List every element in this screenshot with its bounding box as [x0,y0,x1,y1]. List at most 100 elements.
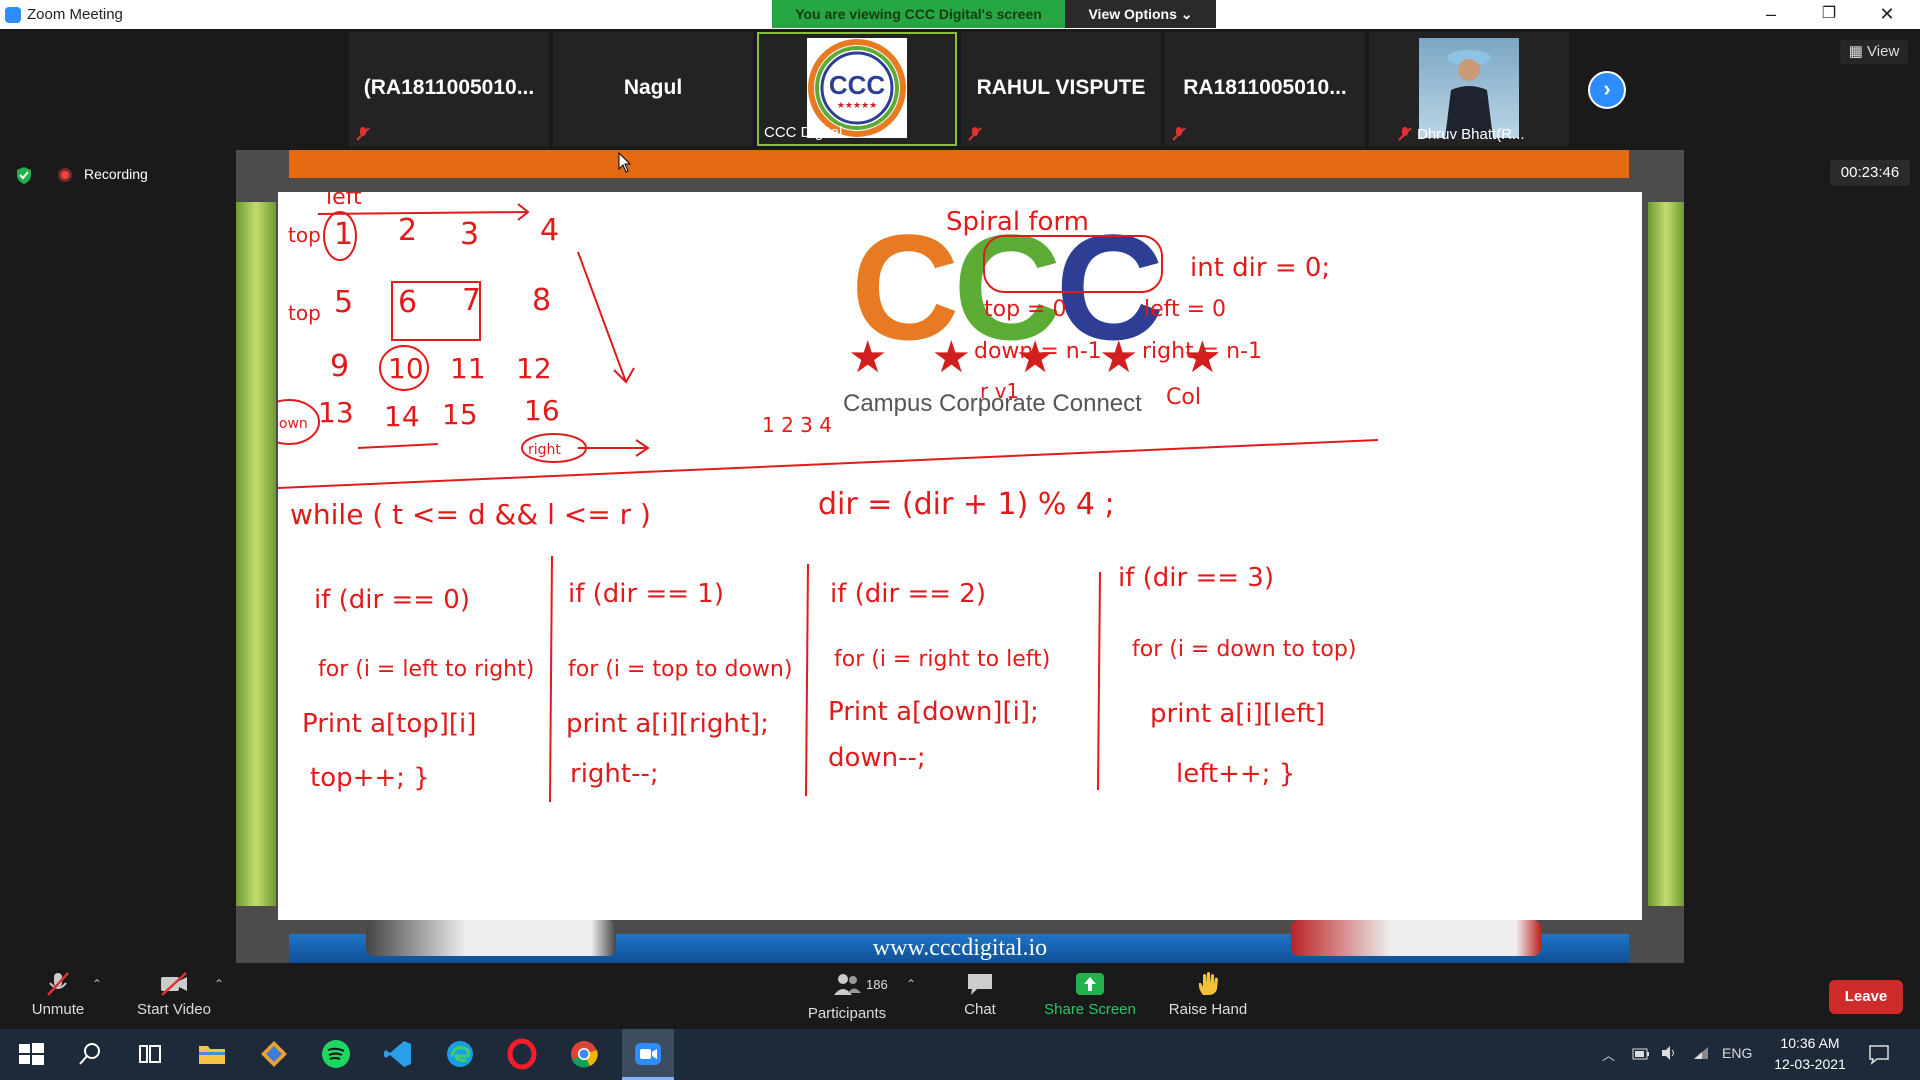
note-int-dir: int dir = 0; [1190,253,1330,283]
mic-muted-icon [1398,127,1412,141]
matrix-cell: 10 [388,352,424,385]
participant-tile[interactable]: (RA1811005010... [349,32,549,146]
note-rv: r v1 [980,379,1019,403]
note-right-eq: right = n-1 [1142,339,1262,364]
participants-chevron-icon[interactable]: ⌃ [906,977,916,991]
participants-icon [834,974,861,995]
whiteboard: CCC ★ ★ ★ ★ ★ Campus Corporate Connect l… [278,192,1642,920]
spotify-icon[interactable] [320,1038,352,1070]
app-icon[interactable] [258,1038,290,1070]
board-frame-left [236,202,276,906]
next-page-button[interactable]: › [1588,71,1626,109]
matrix-cell: 15 [442,398,478,431]
note-right-label: right [528,442,561,458]
view-options-button[interactable]: View Options ⌄ [1065,0,1216,28]
viewing-screen-banner: You are viewing CCC Digital's screen [772,0,1065,28]
note-down-mm: down--; [828,743,926,773]
unmute-button[interactable]: Unmute [18,963,98,1018]
opera-icon[interactable] [506,1038,538,1070]
note-if3: if (dir == 3) [1118,563,1274,593]
participant-name: RA1811005010... [1183,76,1347,99]
board-frame-top [289,150,1629,178]
zoom-window: Zoom Meeting You are viewing CCC Digital… [0,0,1920,1080]
matrix-cell: 16 [524,394,560,427]
file-explorer-icon[interactable] [196,1038,228,1070]
wifi-icon[interactable] [1692,1045,1710,1061]
zoom-icon [635,1043,661,1065]
note-print1: print a[i][right]; [566,709,769,739]
matrix-cell: 1 [334,217,353,252]
chat-icon [968,974,992,995]
participant-tile[interactable]: RAHUL VISPUTE [961,32,1161,146]
matrix-cell: 3 [460,217,479,252]
note-if1: if (dir == 1) [568,579,724,609]
chrome-icon[interactable] [568,1038,600,1070]
share-screen-button[interactable]: Share Screen [1040,963,1140,1018]
show-hidden-icons-chevron-icon[interactable]: ︿ [1602,1045,1615,1064]
participants-count: 186 [866,977,888,992]
participant-name: (RA1811005010... [363,76,535,99]
recording-icon [58,168,72,182]
note-down-eq: down = n-1 [974,339,1102,364]
restore-button[interactable]: ❐ [1800,0,1858,29]
edge-icon[interactable] [444,1038,476,1070]
zoom-taskbar-active[interactable] [622,1029,674,1080]
participant-photo [1419,38,1519,138]
matrix-cell: 6 [398,285,417,320]
participant-name: Nagul [623,76,683,99]
mic-muted-icon [1172,127,1186,141]
matrix-cell: 14 [384,400,420,433]
ccc-digital-avatar: CCC ★★★★★ [807,38,907,138]
video-off-icon [161,972,187,996]
note-if0: if (dir == 0) [314,585,470,615]
notifications-icon[interactable] [1868,1043,1890,1065]
raise-hand-button[interactable]: Raise Hand [1160,963,1256,1018]
note-left-eq: left = 0 [1144,297,1226,322]
matrix-cell: 2 [398,213,417,248]
view-button[interactable]: ▦ View [1840,40,1908,64]
taskbar-clock[interactable]: 10:36 AM 12-03-2021 [1765,1033,1855,1075]
participant-tile[interactable]: Dhruv Bhatt(R... [1369,32,1569,146]
leave-button[interactable]: Leave [1829,980,1903,1014]
share-screen-icon [1076,973,1104,995]
chat-label: Chat [964,1001,996,1018]
volume-icon[interactable] [1660,1045,1678,1061]
vscode-icon[interactable] [382,1038,414,1070]
task-view-icon[interactable] [134,1038,166,1070]
language-indicator[interactable]: ENG [1722,1045,1752,1061]
participant-tile[interactable]: RA1811005010... [1165,32,1365,146]
participants-button[interactable]: 186 Participants [802,963,892,1022]
matrix-cell: 4 [540,213,559,248]
participant-name: RAHUL VISPUTE [976,76,1146,99]
video-options-chevron-icon[interactable]: ⌃ [214,977,224,991]
participant-tile[interactable]: Nagul [553,32,753,146]
search-icon[interactable] [74,1038,106,1070]
battery-icon[interactable] [1632,1047,1650,1061]
note-left-label: left [326,192,362,210]
note-top-pp: top++; } [310,763,430,793]
chat-button[interactable]: Chat [940,963,1020,1018]
minimize-button[interactable]: – [1742,0,1800,29]
note-for2: for (i = right to left) [834,647,1050,672]
participants-label: Participants [807,1005,887,1022]
view-button-label: View [1867,43,1900,60]
matrix-cell: 5 [334,285,353,320]
board-frame-right [1648,202,1684,906]
windows-start-icon[interactable] [15,1038,47,1070]
shield-icon[interactable] [16,167,32,184]
participant-tile-active[interactable]: CCC ★★★★★ CCC Digital [757,32,957,146]
window-title: Zoom Meeting [27,6,123,23]
clock-time: 10:36 AM [1780,1035,1840,1051]
note-print3: print a[i][left] [1150,699,1325,729]
note-down-label: down [278,416,308,432]
note-for3: for (i = down to top) [1132,637,1356,662]
raise-hand-label: Raise Hand [1168,1001,1248,1018]
share-screen-label: Share Screen [1044,1001,1136,1018]
note-top-eq: top = 0 [984,297,1066,322]
close-button[interactable]: ✕ [1858,0,1916,29]
recording-label: Recording [84,166,148,182]
meeting-toolbar: Unmute ⌃ Start Video ⌃ 186 Participants … [0,963,1920,1029]
participant-name: Dhruv Bhatt(R... [1417,126,1525,143]
audio-options-chevron-icon[interactable]: ⌃ [92,977,102,991]
start-video-button[interactable]: Start Video [128,963,220,1018]
